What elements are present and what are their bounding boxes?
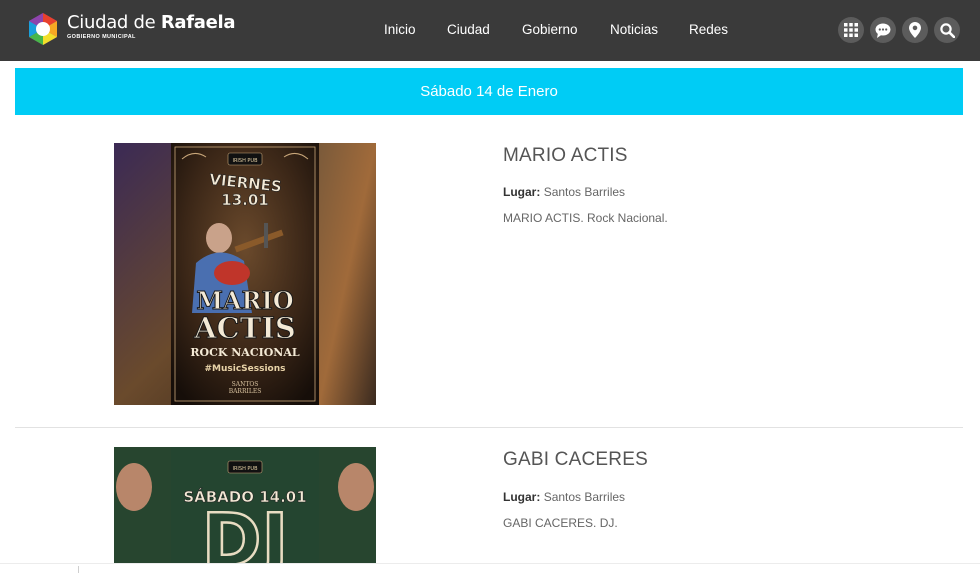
- city-logo[interactable]: Ciudad de Rafaela GOBIERNO MUNICIPAL: [26, 12, 236, 46]
- poster-brand-line1: SANTOS: [232, 381, 259, 388]
- event-description: MARIO ACTIS. Rock Nacional.: [503, 211, 668, 225]
- nav-gobierno[interactable]: Gobierno: [522, 22, 578, 37]
- place-label: Lugar:: [503, 185, 541, 199]
- location-pin-icon: [909, 22, 921, 38]
- place-value: Santos Barriles: [543, 185, 626, 199]
- logo-text: Ciudad de Rafaela GOBIERNO MUNICIPAL: [67, 12, 236, 41]
- date-banner: Sábado 14 de Enero: [15, 68, 963, 115]
- page-bottom-border: [0, 563, 980, 564]
- place-label: Lugar:: [503, 490, 541, 504]
- event-place: Lugar: Santos Barriles: [503, 185, 625, 199]
- grid-icon: [844, 23, 858, 37]
- nav-noticias[interactable]: Noticias: [610, 22, 658, 37]
- poster-badge: IRISH PUB: [232, 466, 258, 472]
- poster-badge: IRISH PUB: [232, 158, 258, 164]
- event-description: GABI CACERES. DJ.: [503, 516, 618, 530]
- nav-ciudad[interactable]: Ciudad: [447, 22, 490, 37]
- poster-date: 13.01: [221, 191, 268, 209]
- event-title[interactable]: GABI CACERES: [503, 449, 648, 471]
- place-value: Santos Barriles: [543, 490, 626, 504]
- top-navigation-bar: Ciudad de Rafaela GOBIERNO MUNICIPAL Ini…: [0, 0, 980, 61]
- nav-inicio[interactable]: Inicio: [384, 22, 416, 37]
- logo-mark-icon: [26, 12, 60, 46]
- event-poster[interactable]: IRISH PUB VIERNES 13.01 MARIO ACTIS ROCK…: [114, 143, 376, 405]
- nav-redes[interactable]: Redes: [689, 22, 728, 37]
- search-button[interactable]: [934, 17, 960, 43]
- poster-big-text: DJ: [202, 498, 289, 563]
- location-button[interactable]: [902, 17, 928, 43]
- logo-city: Ciudad de: [67, 12, 156, 33]
- poster-name-line2: ACTIS: [193, 311, 296, 345]
- search-icon: [939, 22, 955, 38]
- poster-hashtag: #MusicSessions: [204, 364, 285, 374]
- event-title[interactable]: MARIO ACTIS: [503, 145, 628, 167]
- logo-name: Rafaela: [160, 12, 236, 33]
- event-divider: [15, 427, 963, 428]
- page-bottom-tick: [78, 566, 79, 573]
- grid-menu-button[interactable]: [838, 17, 864, 43]
- logo-subtitle: GOBIERNO MUNICIPAL: [67, 34, 136, 40]
- logo-title: Ciudad de Rafaela: [67, 12, 236, 33]
- event-poster[interactable]: IRISH PUB SÁBADO 14.01 DJ: [114, 447, 376, 563]
- poster-genre: ROCK NACIONAL: [190, 346, 300, 359]
- event-place: Lugar: Santos Barriles: [503, 490, 625, 504]
- chat-icon: [875, 23, 891, 38]
- poster-brand-line2: BARRILES: [229, 388, 262, 395]
- chat-button[interactable]: [870, 17, 896, 43]
